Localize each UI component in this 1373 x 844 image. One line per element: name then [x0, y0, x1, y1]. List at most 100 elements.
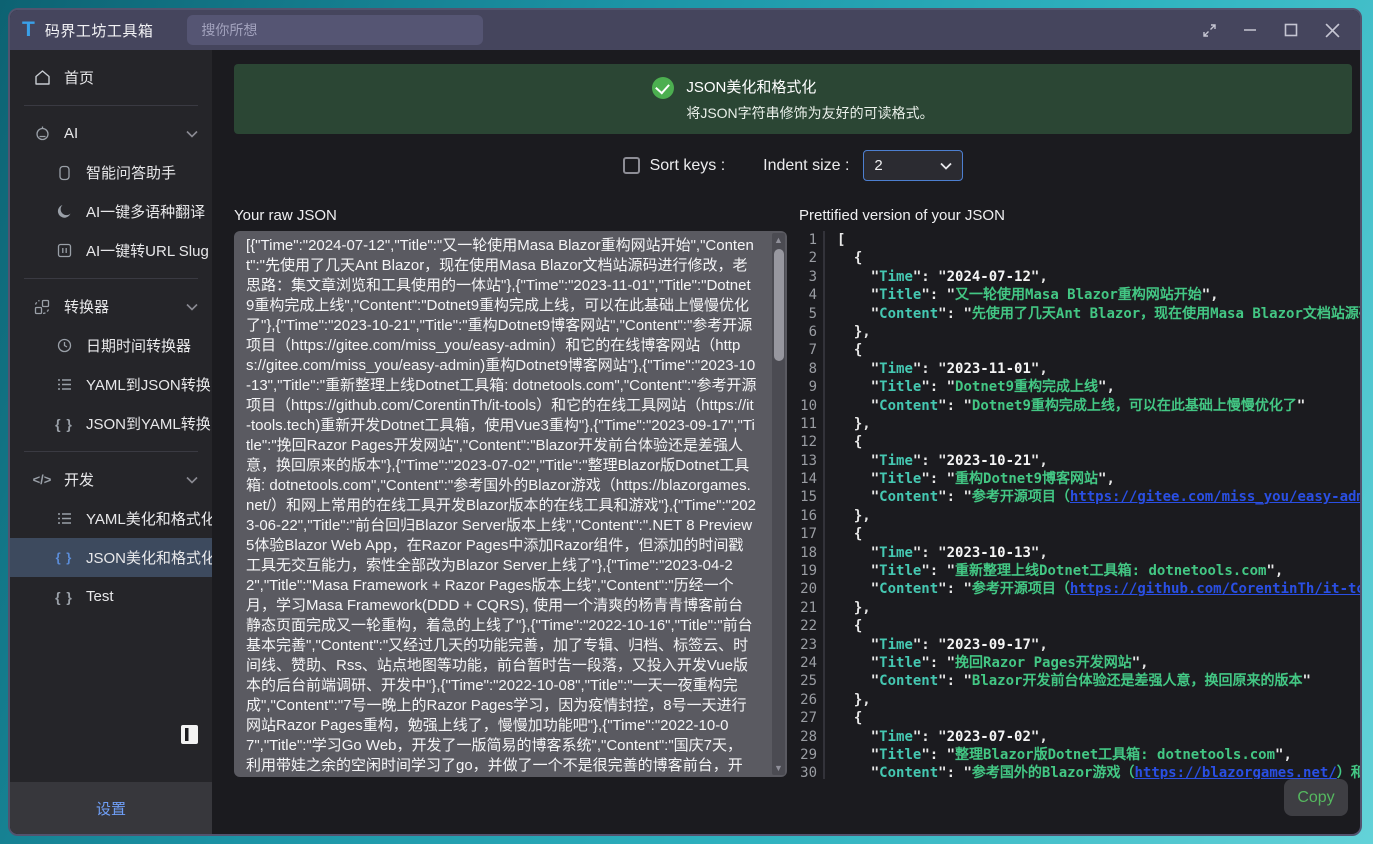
sidebar-item-home[interactable]: 首页: [10, 58, 212, 97]
sidebar-collapse-icon[interactable]: [181, 725, 198, 744]
indent-size-label: Indent size :: [763, 157, 849, 175]
sidebar-item-test[interactable]: { } Test: [10, 577, 212, 616]
list-icon: [54, 512, 74, 525]
assistant-icon: [54, 165, 74, 181]
sidebar-item-label: YAML到JSON转换: [86, 374, 211, 395]
code-line-content: "Title": "挽回Razor Pages开发网站",: [825, 654, 1360, 672]
code-line-content: "Title": "重构Dotnet9博客网站",: [825, 470, 1360, 488]
code-line-content: "Content": "参考开源项目（https://gitee.com/mis…: [825, 488, 1360, 506]
code-line-content: {: [825, 433, 1360, 451]
code-line-content: },: [825, 415, 1360, 433]
sidebar-group-ai[interactable]: AI: [10, 114, 212, 153]
code-line-content: {: [825, 249, 1360, 267]
code-line-content: "Title": "Dotnet9重构完成上线",: [825, 378, 1360, 396]
code-line-content: "Content": "先使用了几天Ant Blazor，现在使用Masa Bl…: [825, 305, 1360, 323]
raw-json-text: [{"Time":"2024-07-12","Title":"又一轮使用Masa…: [234, 231, 787, 777]
search-input[interactable]: [187, 15, 483, 45]
code-line-content: {: [825, 525, 1360, 543]
code-line: 1[: [799, 231, 1360, 249]
code-line-content: "Title": "重新整理上线Dotnet工具箱: dotnetools.co…: [825, 562, 1360, 580]
code-line-content: "Content": "Blazor开发前台体验还是差强人意，换回原来的版本": [825, 672, 1360, 690]
sidebar-item-ai-slug[interactable]: AI一键转URL Slug: [10, 231, 212, 270]
line-number: 20: [799, 580, 825, 598]
divider: [24, 105, 198, 106]
settings-button[interactable]: 设置: [10, 782, 212, 834]
sidebar-item-ai-translate[interactable]: AI一键多语种翻译: [10, 192, 212, 231]
sidebar-group-dev[interactable]: </> 开发: [10, 460, 212, 499]
sidebar-item-datetime-converter[interactable]: 日期时间转换器: [10, 326, 212, 365]
sidebar-item-label: JSON美化和格式化: [86, 547, 212, 568]
app-logo-icon: T: [22, 18, 35, 42]
expand-icon[interactable]: [1203, 24, 1216, 37]
sidebar-item-json-to-yaml[interactable]: { } JSON到YAML转换: [10, 404, 212, 443]
line-number: 22: [799, 617, 825, 635]
code-line: 18 "Time": "2023-10-13",: [799, 544, 1360, 562]
line-number: 19: [799, 562, 825, 580]
scroll-up-icon[interactable]: ▲: [772, 233, 785, 247]
sidebar-item-label: JSON到YAML转换: [86, 413, 211, 434]
sidebar-item-label: 智能问答助手: [86, 162, 176, 183]
code-line-content: "Content": "Dotnet9重构完成上线，可以在此基础上慢慢优化了": [825, 397, 1360, 415]
line-number: 3: [799, 268, 825, 286]
line-number: 13: [799, 452, 825, 470]
code-line: 10 "Content": "Dotnet9重构完成上线，可以在此基础上慢慢优化…: [799, 397, 1360, 415]
indent-size-select[interactable]: 2: [863, 150, 963, 181]
code-line: 16 },: [799, 507, 1360, 525]
code-line: 21 },: [799, 599, 1360, 617]
pause-square-icon: [54, 243, 74, 258]
app-title: 码界工坊工具箱: [45, 20, 154, 41]
code-line-content: },: [825, 599, 1360, 617]
scroll-down-icon[interactable]: ▼: [772, 761, 785, 775]
titlebar: T 码界工坊工具箱: [10, 10, 1360, 50]
divider: [24, 451, 198, 452]
minimize-button[interactable]: [1243, 23, 1257, 37]
sidebar-item-label: Test: [86, 588, 114, 605]
raw-json-input[interactable]: [{"Time":"2024-07-12","Title":"又一轮使用Masa…: [234, 231, 787, 777]
code-line: 24 "Title": "挽回Razor Pages开发网站",: [799, 654, 1360, 672]
code-line: 17 {: [799, 525, 1360, 543]
sidebar-item-ai-qa[interactable]: 智能问答助手: [10, 153, 212, 192]
braces-icon: { }: [54, 550, 74, 565]
list-icon: [54, 378, 74, 391]
raw-json-header: Your raw JSON: [234, 207, 787, 224]
app-window: T 码界工坊工具箱: [8, 8, 1362, 836]
code-line: 4 "Title": "又一轮使用Masa Blazor重构网站开始",: [799, 286, 1360, 304]
moon-icon: [54, 204, 74, 219]
line-number: 18: [799, 544, 825, 562]
copy-button[interactable]: Copy: [1284, 779, 1348, 816]
close-button[interactable]: [1325, 23, 1340, 38]
settings-label: 设置: [96, 798, 126, 819]
code-line-content: "Content": "参考开源项目（https://github.com/Co…: [825, 580, 1360, 598]
code-line-content: [: [825, 231, 1360, 249]
sidebar: 首页 AI: [10, 50, 212, 834]
line-number: 5: [799, 305, 825, 323]
code-line-content: "Content": "参考国外的Blazor游戏（https://blazor…: [825, 764, 1360, 779]
sidebar-item-json-format[interactable]: { } JSON美化和格式化: [10, 538, 212, 577]
line-number: 2: [799, 249, 825, 267]
code-line: 15 "Content": "参考开源项目（https://gitee.com/…: [799, 488, 1360, 506]
maximize-button[interactable]: [1284, 23, 1298, 37]
code-line-content: {: [825, 617, 1360, 635]
code-line: 8 "Time": "2023-11-01",: [799, 360, 1360, 378]
line-number: 26: [799, 691, 825, 709]
code-line-content: "Title": "整理Blazor版Dotnet工具箱: dotnetools…: [825, 746, 1360, 764]
line-number: 23: [799, 636, 825, 654]
code-line: 27 {: [799, 709, 1360, 727]
sidebar-item-label: 首页: [64, 67, 94, 88]
code-line-content: "Time": "2023-10-13",: [825, 544, 1360, 562]
scrollbar[interactable]: ▲ ▼: [772, 233, 785, 775]
sidebar-item-yaml-format[interactable]: YAML美化和格式化: [10, 499, 212, 538]
code-line-content: },: [825, 323, 1360, 341]
sort-keys-checkbox[interactable]: [623, 157, 640, 174]
code-line-content: "Time": "2024-07-12",: [825, 268, 1360, 286]
code-line: 28 "Time": "2023-07-02",: [799, 728, 1360, 746]
braces-icon: { }: [54, 416, 74, 432]
success-banner: JSON美化和格式化 将JSON字符串修饰为友好的可读格式。: [234, 64, 1352, 134]
code-line: 19 "Title": "重新整理上线Dotnet工具箱: dotnetools…: [799, 562, 1360, 580]
pretty-code: 1[2 {3 "Time": "2024-07-12",4 "Title": "…: [799, 231, 1360, 779]
code-line-content: },: [825, 691, 1360, 709]
sidebar-group-converter[interactable]: 转换器: [10, 287, 212, 326]
sidebar-item-yaml-to-json[interactable]: YAML到JSON转换: [10, 365, 212, 404]
scrollbar-thumb[interactable]: [774, 249, 784, 361]
line-number: 12: [799, 433, 825, 451]
